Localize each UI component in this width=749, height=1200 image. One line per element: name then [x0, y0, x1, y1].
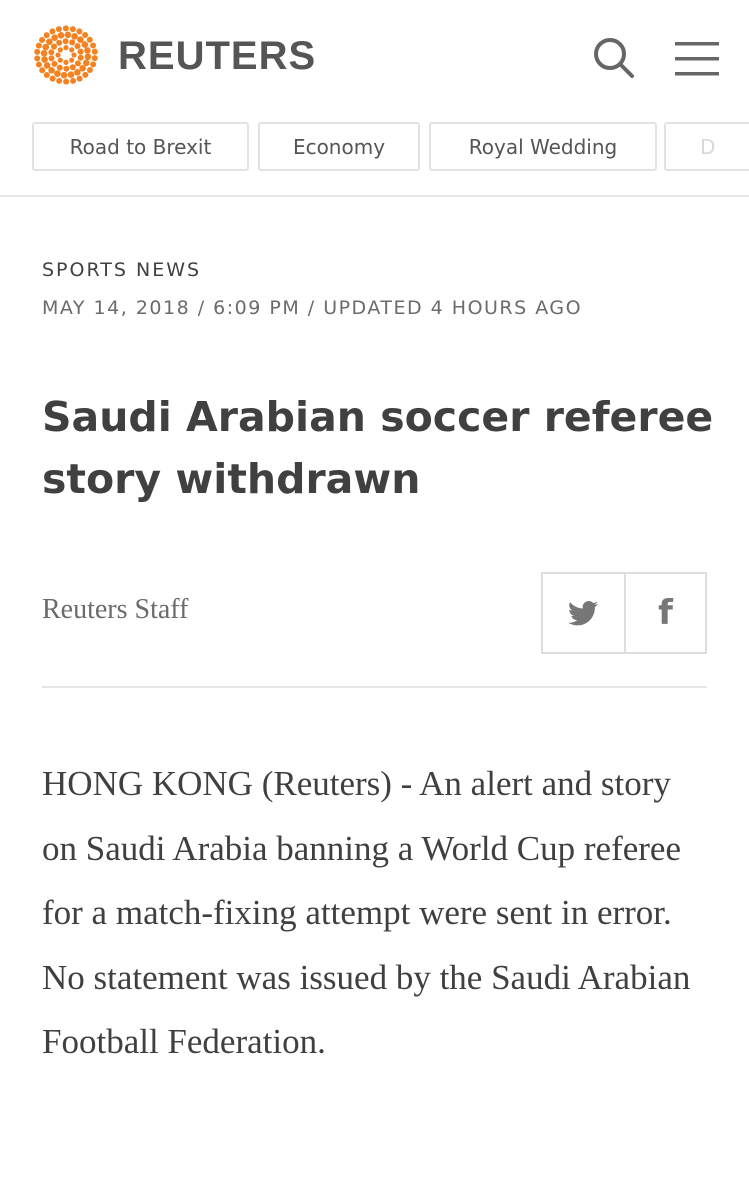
logo-dot	[42, 43, 50, 51]
logo-dot	[51, 34, 58, 41]
logo-dot	[76, 75, 83, 82]
logo-dot	[71, 33, 78, 40]
logo-dot	[55, 26, 62, 33]
logo-dot	[64, 31, 72, 39]
tab-partial[interactable]: D	[664, 122, 749, 171]
logo-dot	[81, 41, 89, 48]
logo-dot	[35, 61, 42, 68]
logo-dot	[49, 75, 56, 82]
logo-dot	[34, 48, 41, 55]
logo-dot	[57, 57, 63, 63]
tab-road-to-brexit[interactable]: Road to Brexit	[32, 122, 249, 171]
logo-dot	[40, 49, 48, 57]
logo-dot	[70, 77, 77, 84]
logo-dot	[48, 66, 55, 74]
facebook-icon: f	[658, 593, 673, 633]
logo-dot	[56, 77, 63, 84]
logo-dot	[41, 56, 48, 63]
logo-dot	[77, 48, 84, 55]
logo-dot	[63, 45, 69, 51]
tab-royal-wedding[interactable]: Royal Wedding	[429, 122, 657, 171]
logo-dot	[55, 52, 61, 58]
logo-dot	[84, 53, 92, 61]
logo-dot	[51, 60, 58, 67]
logo-dot	[69, 64, 76, 71]
logo-dot	[62, 25, 69, 32]
logo-dot	[74, 60, 81, 67]
logo-dot	[84, 47, 91, 54]
logo-dot	[35, 42, 42, 49]
topic-tabs: Road to Brexit Economy Royal Wedding D	[0, 122, 749, 172]
logo-dot	[60, 71, 68, 79]
logo-dot	[62, 38, 69, 45]
reuters-dot-logo-icon[interactable]	[30, 22, 102, 88]
logo-dot	[63, 65, 70, 72]
logo-dot	[74, 69, 81, 76]
byline-divider	[42, 686, 707, 688]
logo-dot	[77, 36, 84, 44]
logo-dot	[34, 55, 41, 62]
logo-dot	[63, 78, 70, 85]
article-dateline: MAY 14, 2018 / 6:09 PM / UPDATED 4 HOURS…	[42, 297, 583, 319]
brand-wordmark[interactable]: REUTERS	[118, 34, 316, 79]
logo-dot	[57, 47, 63, 53]
logo-dot	[76, 28, 83, 35]
logo-dot	[48, 55, 55, 62]
logo-dot	[77, 54, 84, 61]
header-divider	[0, 195, 749, 197]
facebook-share-button[interactable]: f	[623, 574, 705, 652]
logo-dot	[90, 42, 97, 49]
logo-dot	[69, 39, 76, 46]
section-label[interactable]: SPORTS NEWS	[42, 259, 201, 281]
twitter-share-button[interactable]	[543, 574, 624, 652]
site-header: REUTERS	[0, 0, 749, 110]
logo-dot	[56, 64, 63, 71]
tab-economy[interactable]: Economy	[258, 122, 420, 171]
article-byline: Reuters Staff	[42, 594, 189, 625]
logo-dot	[86, 67, 93, 74]
logo-dot	[91, 48, 98, 55]
logo-dot	[57, 31, 65, 39]
logo-dot	[91, 55, 98, 62]
logo-dot	[48, 49, 55, 56]
logo-dot	[39, 36, 46, 43]
logo-dot	[71, 52, 77, 58]
logo-dot	[54, 70, 61, 77]
logo-dot	[67, 71, 75, 79]
twitter-icon	[568, 600, 599, 625]
logo-dot	[69, 57, 75, 63]
logo-dot	[79, 64, 86, 72]
logo-dot	[69, 26, 76, 33]
logo-dot	[46, 38, 53, 46]
logo-dot	[43, 72, 50, 79]
article-headline: Saudi Arabian soccer referee story withd…	[42, 393, 714, 503]
logo-dot	[74, 43, 81, 50]
logo-dot	[90, 61, 97, 68]
logo-dot	[69, 47, 75, 53]
logo-dot	[39, 67, 46, 74]
logo-dot	[86, 36, 93, 43]
share-buttons: f	[541, 572, 707, 654]
hamburger-menu-icon[interactable]	[675, 40, 719, 78]
logo-dot	[82, 71, 89, 78]
logo-dot	[63, 59, 69, 65]
article-body-paragraph: HONG KONG (Reuters) - An alert and story…	[42, 764, 691, 1061]
logo-dot	[51, 43, 58, 50]
logo-dot	[82, 31, 89, 38]
logo-dot	[43, 62, 51, 69]
search-icon[interactable]	[592, 36, 636, 80]
logo-dot	[82, 59, 90, 67]
logo-dot	[43, 32, 50, 39]
logo-dot	[49, 28, 56, 35]
logo-dot	[56, 39, 63, 46]
